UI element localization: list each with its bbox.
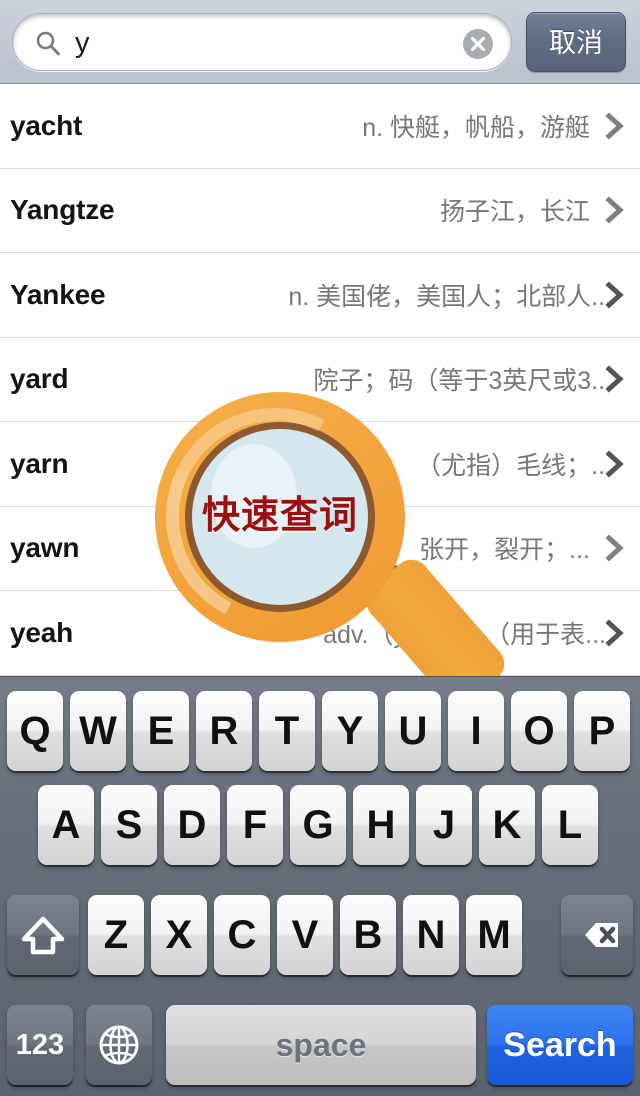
- key-l[interactable]: L: [542, 785, 598, 865]
- keyboard-row-4: 123 space Search: [0, 1005, 640, 1096]
- entry-word: yarn: [10, 447, 69, 479]
- app-root: y 取消 yacht n. 快艇，帆船，游艇 Yangtze 扬子江，长江 Ya…: [0, 0, 640, 1096]
- key-m[interactable]: M: [466, 895, 522, 975]
- search-input-value: y: [75, 27, 90, 59]
- search-results-list[interactable]: yacht n. 快艇，帆船，游艇 Yangtze 扬子江，长江 Yankee …: [0, 84, 640, 676]
- key-a[interactable]: A: [38, 785, 94, 865]
- globe-key[interactable]: [86, 1005, 152, 1085]
- chevron-right-icon: [605, 534, 624, 562]
- entry-word: yard: [10, 363, 69, 395]
- entry-word: Yankee: [10, 278, 106, 310]
- shift-icon: [21, 916, 65, 955]
- entry-definition: 扬子江，长江: [439, 198, 590, 227]
- key-k[interactable]: K: [479, 785, 535, 865]
- key-y[interactable]: Y: [322, 691, 378, 771]
- search-input[interactable]: y: [12, 13, 512, 71]
- close-icon: [470, 36, 486, 52]
- key-i[interactable]: I: [448, 691, 504, 771]
- list-item[interactable]: Yangtze 扬子江，长江: [0, 169, 640, 253]
- chevron-right-icon: [605, 619, 624, 647]
- chevron-right-icon: [605, 112, 624, 140]
- entry-definition: n. 美国佬，美国人；北部人...: [288, 282, 612, 311]
- cancel-button[interactable]: 取消: [526, 12, 626, 72]
- space-key[interactable]: space: [166, 1005, 476, 1085]
- key-j[interactable]: J: [416, 785, 472, 865]
- search-bar: y 取消: [0, 0, 640, 84]
- on-screen-keyboard[interactable]: Q W E R T Y U I O P A S D F G H J K L Z …: [0, 676, 640, 1096]
- key-t[interactable]: T: [259, 691, 315, 771]
- entry-definition: （尤指）毛线；...: [416, 451, 612, 480]
- entry-definition: 张开，裂开；...: [419, 536, 590, 565]
- key-s[interactable]: S: [101, 785, 157, 865]
- shift-key[interactable]: [7, 895, 79, 975]
- entry-word: yawn: [10, 532, 80, 564]
- entry-word: yacht: [10, 109, 83, 141]
- key-f[interactable]: F: [227, 785, 283, 865]
- key-d[interactable]: D: [164, 785, 220, 865]
- list-item[interactable]: yeah adv.（yes的... （用于表...: [0, 591, 640, 676]
- entry-word: yeah: [10, 616, 74, 648]
- clear-search-button[interactable]: [463, 29, 493, 59]
- keyboard-row-3: Z X C V B N M: [0, 895, 640, 989]
- search-key[interactable]: Search: [487, 1005, 633, 1085]
- entry-word: Yangtze: [10, 194, 115, 226]
- entry-definition: n. 快艇，帆船，游艇: [362, 113, 590, 142]
- key-z[interactable]: Z: [88, 895, 144, 975]
- key-o[interactable]: O: [511, 691, 567, 771]
- key-w[interactable]: W: [70, 691, 126, 771]
- list-item[interactable]: yawn 张开，裂开；...: [0, 507, 640, 591]
- key-e[interactable]: E: [133, 691, 189, 771]
- key-g[interactable]: G: [290, 785, 346, 865]
- key-p[interactable]: P: [574, 691, 630, 771]
- backspace-icon: [585, 923, 618, 947]
- keyboard-row-2: A S D F G H J K L: [0, 785, 640, 879]
- backspace-key[interactable]: [561, 895, 633, 975]
- list-item[interactable]: yard 院子；码（等于3英尺或3...: [0, 338, 640, 422]
- list-item[interactable]: yarn （尤指）毛线；...: [0, 422, 640, 507]
- list-item[interactable]: yacht n. 快艇，帆船，游艇: [0, 84, 640, 169]
- key-r[interactable]: R: [196, 691, 252, 771]
- globe-icon: [99, 1025, 139, 1065]
- numeric-key[interactable]: 123: [7, 1005, 73, 1085]
- entry-definition: 院子；码（等于3英尺或3...: [313, 367, 612, 396]
- key-u[interactable]: U: [385, 691, 441, 771]
- keyboard-row-1: Q W E R T Y U I O P: [0, 691, 640, 785]
- chevron-right-icon: [605, 196, 624, 224]
- key-x[interactable]: X: [151, 895, 207, 975]
- key-b[interactable]: B: [340, 895, 396, 975]
- key-v[interactable]: V: [277, 895, 333, 975]
- search-icon: [36, 31, 60, 56]
- key-n[interactable]: N: [403, 895, 459, 975]
- chevron-right-icon: [605, 365, 624, 393]
- key-c[interactable]: C: [214, 895, 270, 975]
- chevron-right-icon: [605, 450, 624, 478]
- key-h[interactable]: H: [353, 785, 409, 865]
- list-item[interactable]: Yankee n. 美国佬，美国人；北部人...: [0, 253, 640, 338]
- key-q[interactable]: Q: [7, 691, 63, 771]
- chevron-right-icon: [605, 281, 624, 309]
